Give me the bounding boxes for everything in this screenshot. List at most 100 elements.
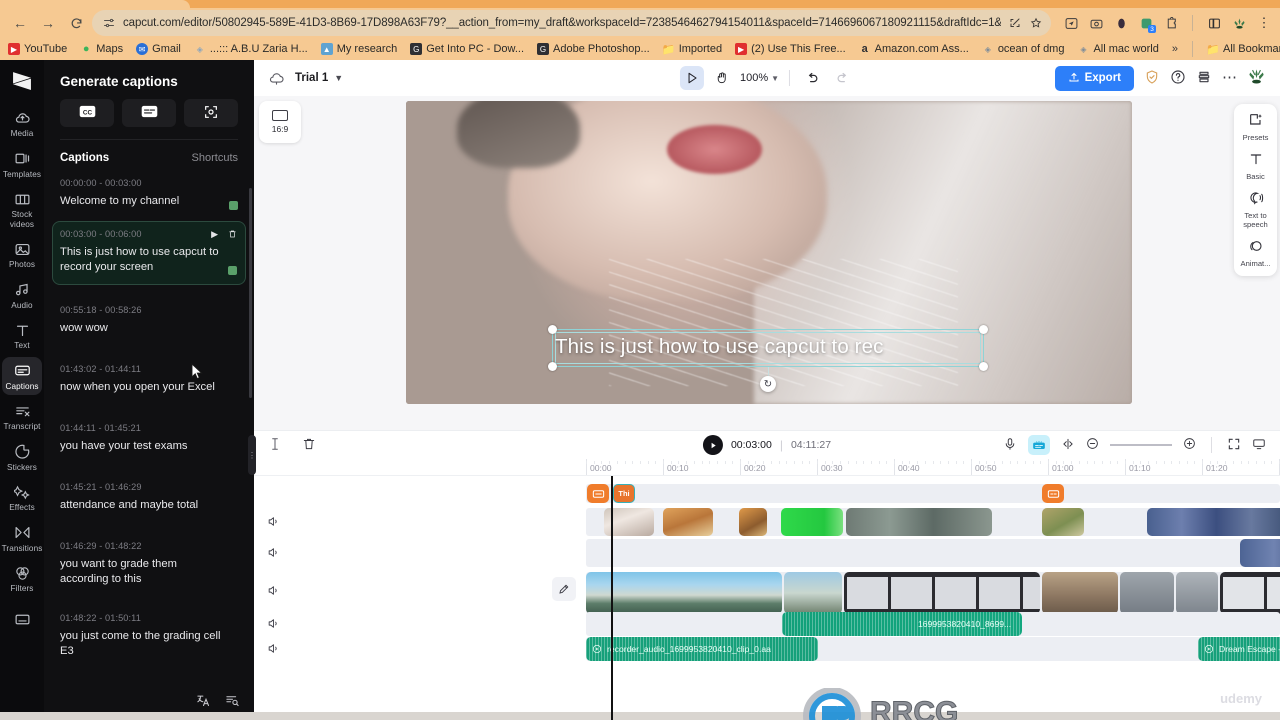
extension-tabs-icon[interactable]: 3	[1138, 15, 1156, 33]
auto-captions-button[interactable]: CC	[60, 99, 114, 127]
share-icon[interactable]	[1008, 16, 1022, 30]
user-avatar-icon[interactable]	[1247, 67, 1266, 89]
extension-camera-icon[interactable]	[1088, 15, 1104, 31]
play-icon[interactable]	[702, 435, 723, 455]
undo-icon[interactable]	[800, 66, 824, 90]
bookmark-item[interactable]: G Get Into PC - Dow...	[410, 43, 524, 55]
reload-icon[interactable]	[64, 11, 88, 35]
zoom-in-icon[interactable]	[1183, 437, 1196, 453]
sidebar-item-effects[interactable]: Effects	[2, 478, 42, 517]
video-canvas[interactable]: This is just how to use capcut to rec ↻	[406, 101, 1132, 404]
project-name-dropdown[interactable]: Trial 1 ▼	[295, 72, 343, 84]
trash-icon[interactable]	[228, 229, 237, 241]
microphone-icon[interactable]	[1003, 437, 1017, 454]
caption-track-icon-1[interactable]	[587, 484, 609, 503]
aspect-ratio-badge[interactable]: 16:9	[259, 101, 301, 143]
main-clip-desert[interactable]	[1042, 572, 1118, 614]
captions-list[interactable]: 00:00:00 - 00:03:00 Welcome to my channe…	[44, 170, 254, 684]
auto-captions-icon[interactable]	[1028, 435, 1050, 455]
back-arrow-icon[interactable]: ←	[8, 11, 32, 35]
rp-item-animation[interactable]: Animat...	[1234, 238, 1277, 268]
cloud-save-icon[interactable]	[268, 71, 285, 86]
bookmark-item[interactable]: ✉ Gmail	[136, 43, 181, 55]
more-menu-icon[interactable]: ⋮	[1256, 15, 1272, 31]
video-clip-thumb[interactable]	[846, 508, 992, 536]
sidebar-item-photos[interactable]: Photos	[2, 235, 42, 274]
audio-clip-recorder[interactable]: recorder_audio_1699953820410_clip_0.aa	[586, 637, 818, 661]
profile-avatar-icon[interactable]	[1231, 15, 1247, 31]
caption-item[interactable]: 01:45:21 - 01:46:29 attendance and maybe…	[52, 474, 246, 523]
manual-captions-button[interactable]	[122, 99, 176, 127]
shortcuts-link[interactable]: Shortcuts	[192, 152, 238, 164]
sidebar-item-transitions[interactable]: Transitions	[2, 519, 42, 558]
caption-overlay[interactable]: This is just how to use capcut to rec ↻	[548, 325, 988, 392]
resize-handle-tl[interactable]	[548, 325, 557, 334]
rp-item-basic[interactable]: Basic	[1234, 151, 1277, 181]
pencil-icon[interactable]	[552, 577, 576, 601]
sidebar-item-media[interactable]: Media	[2, 104, 42, 143]
resize-handle-tr[interactable]	[979, 325, 988, 334]
audio-clip-partial[interactable]: 1699953820410_8699...	[782, 612, 1022, 636]
main-clip-grey-2[interactable]	[1176, 572, 1218, 614]
sidebar-item-captions[interactable]: Captions	[2, 356, 42, 395]
main-clip-grey[interactable]	[1120, 572, 1174, 614]
redo-icon[interactable]	[830, 66, 854, 90]
video-clip-thumb[interactable]	[739, 508, 767, 536]
active-tab[interactable]	[0, 0, 190, 8]
sidebar-item-stock-videos[interactable]: Stock videos	[2, 185, 42, 233]
speaker-icon[interactable]	[266, 515, 280, 528]
forward-arrow-icon[interactable]: →	[36, 11, 60, 35]
speaker-icon[interactable]	[266, 642, 280, 655]
split-clip-icon[interactable]	[1061, 437, 1075, 454]
speaker-icon[interactable]	[266, 546, 280, 559]
caption-track-icon-2[interactable]	[1042, 484, 1064, 503]
lyrics-captions-button[interactable]	[184, 99, 238, 127]
caption-item[interactable]: 01:48:22 - 01:50:11 you just come to the…	[52, 605, 246, 669]
captions-scrollbar[interactable]	[249, 188, 252, 398]
bookmark-item[interactable]: G Adobe Photoshop...	[537, 43, 650, 55]
timeline-ruler[interactable]: 00:00 00:10 00:20 00:30 00:40 00:50 01:0…	[254, 459, 1280, 476]
caption-item-selected[interactable]: 00:03:00 - 00:06:00 ▶ This is just how t…	[52, 221, 246, 285]
video-clip-thumb[interactable]	[1240, 539, 1280, 567]
bookmark-item[interactable]: ◈ ...::: A.B.U Zaria H...	[194, 43, 308, 55]
sidebar-item-subtitle-box[interactable]	[2, 606, 42, 633]
caption-text[interactable]: This is just how to use capcut to record…	[60, 245, 238, 275]
address-bar[interactable]: capcut.com/editor/50802945-589E-41D3-8B6…	[92, 10, 1051, 36]
caption-item[interactable]: 01:44:11 - 01:45:21 you have your test e…	[52, 415, 246, 464]
more-horizontal-icon[interactable]: ⋯	[1222, 70, 1237, 85]
hand-icon[interactable]	[710, 66, 734, 90]
rp-item-presets[interactable]: Presets	[1234, 112, 1277, 142]
bookmark-item[interactable]: ▶ YouTube	[8, 43, 67, 55]
bookmark-item[interactable]: ◈ All mac world	[1077, 43, 1158, 55]
caption-item[interactable]: 01:50:11 - 01:51:23	[52, 679, 246, 684]
speaker-icon[interactable]	[266, 617, 280, 630]
extension-send-icon[interactable]	[1063, 15, 1079, 31]
bookmark-item[interactable]: ▲ My research	[320, 43, 397, 55]
speaker-icon[interactable]	[266, 584, 280, 597]
all-bookmarks-button[interactable]: 📁All Bookmarks	[1206, 43, 1280, 56]
timeline-tracks[interactable]: Thi 1699953820410_8699... recorder_audio…	[254, 476, 1280, 720]
caption-clip[interactable]: Thi	[613, 484, 635, 503]
extension-puzzle-icon[interactable]	[1163, 15, 1179, 31]
caption-track-bg[interactable]	[586, 484, 1280, 503]
caption-item[interactable]: 01:43:02 - 01:44:11 now when you open yo…	[52, 356, 246, 405]
fit-screen-icon[interactable]	[1227, 437, 1241, 454]
sidebar-item-templates[interactable]: Templates	[2, 145, 42, 184]
split-icon[interactable]	[268, 437, 282, 454]
capcut-logo-icon[interactable]	[8, 68, 36, 94]
zoom-level-dropdown[interactable]: 100% ▼	[740, 72, 779, 84]
translate-icon[interactable]	[196, 693, 211, 711]
export-button[interactable]: Export	[1054, 65, 1134, 91]
resize-handle-bl[interactable]	[548, 362, 557, 371]
star-icon[interactable]	[1029, 16, 1043, 30]
shield-icon[interactable]	[1144, 69, 1160, 88]
help-circle-icon[interactable]	[1170, 69, 1186, 88]
sidebar-item-text[interactable]: Text	[2, 316, 42, 355]
bookmark-item[interactable]: ● Maps	[80, 43, 123, 55]
bookmark-item[interactable]: ◈ ocean of dmg	[982, 43, 1065, 55]
tune-icon[interactable]	[102, 16, 116, 30]
zoom-out-icon[interactable]	[1086, 437, 1099, 453]
caption-item[interactable]: 01:46:29 - 01:48:22 you want to grade th…	[52, 533, 246, 597]
sidebar-item-stickers[interactable]: Stickers	[2, 438, 42, 477]
bookmarks-overflow-button[interactable]: »	[1172, 43, 1178, 55]
